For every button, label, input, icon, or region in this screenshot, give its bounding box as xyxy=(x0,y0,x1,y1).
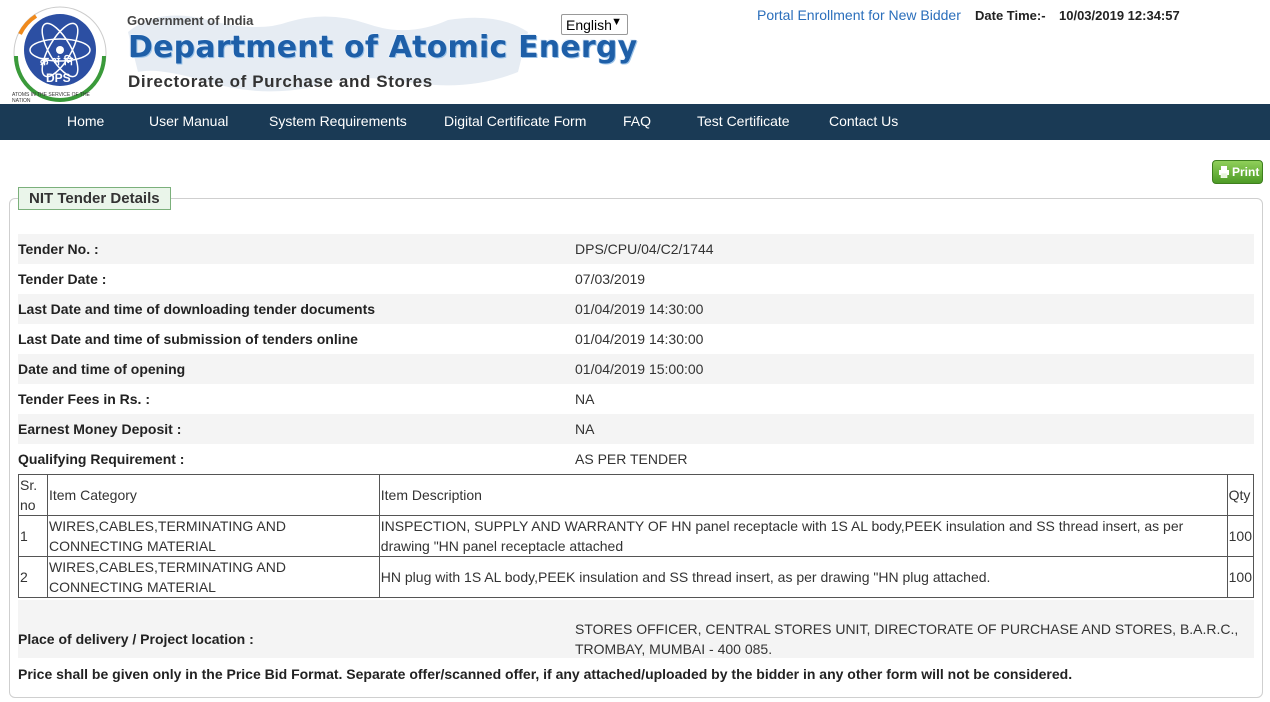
portal-enrollment-link[interactable]: Portal Enrollment for New Bidder xyxy=(757,7,961,23)
detail-value: 01/04/2019 15:00:00 xyxy=(575,361,704,377)
detail-row: Tender Fees in Rs. : NA xyxy=(18,384,1254,414)
nav-faq[interactable]: FAQ xyxy=(623,113,651,129)
logo-motto: ATOMS IN THE SERVICE OF THE NATION xyxy=(12,92,90,104)
detail-label: Date and time of opening xyxy=(18,361,186,377)
detail-value: AS PER TENDER xyxy=(575,451,688,467)
detail-row: Last Date and time of downloading tender… xyxy=(18,294,1254,324)
cell-item-description: INSPECTION, SUPPLY AND WARRANTY OF HN pa… xyxy=(378,515,1228,557)
main-nav: Home User Manual System Requirements Dig… xyxy=(0,104,1270,140)
nav-test-certificate[interactable]: Test Certificate xyxy=(697,113,790,129)
table-header-row: Sr. no Item Category Item Description Qt… xyxy=(18,474,1255,516)
detail-value: 07/03/2019 xyxy=(575,271,646,287)
dps-logo xyxy=(13,6,107,102)
table-row: 2 WIRES,CABLES,TERMINATING AND CONNECTIN… xyxy=(18,556,1255,598)
cell-item-description: HN plug with 1S AL body,PEEK insulation … xyxy=(378,556,1228,598)
directorate-subtitle: Directorate of Purchase and Stores xyxy=(128,72,433,91)
detail-row: Qualifying Requirement : AS PER TENDER xyxy=(18,444,1254,474)
logo-dps-text: DPS xyxy=(46,71,71,85)
nav-user-manual[interactable]: User Manual xyxy=(149,113,228,129)
detail-label: Last Date and time of submission of tend… xyxy=(18,331,358,347)
site-header: क्र भं नि DPS ATOMS IN THE SERVICE OF TH… xyxy=(0,0,1270,104)
detail-label: Earnest Money Deposit : xyxy=(18,421,182,437)
table-row: 1 WIRES,CABLES,TERMINATING AND CONNECTIN… xyxy=(18,515,1255,557)
detail-row: Date and time of opening 01/04/2019 15:0… xyxy=(18,354,1254,384)
detail-row: Tender No. : DPS/CPU/04/C2/1744 xyxy=(18,234,1254,264)
datetime-label: Date Time:- xyxy=(975,8,1046,23)
nav-contact-us[interactable]: Contact Us xyxy=(829,113,898,129)
cell-qty: 100 xyxy=(1226,515,1255,557)
detail-label: Tender No. : xyxy=(18,241,99,257)
language-selected-value: English xyxy=(566,17,612,33)
delivery-value: STORES OFFICER, CENTRAL STORES UNIT, DIR… xyxy=(575,621,1239,657)
detail-value: 01/04/2019 14:30:00 xyxy=(575,331,704,347)
detail-label: Last Date and time of downloading tender… xyxy=(18,301,376,317)
delivery-label: Place of delivery / Project location : xyxy=(18,631,254,647)
column-header: Qty xyxy=(1226,474,1255,516)
section-title: NIT Tender Details xyxy=(18,187,171,210)
items-table: Sr. no Item Category Item Description Qt… xyxy=(18,474,1255,598)
print-label: Print xyxy=(1232,165,1260,179)
detail-value: NA xyxy=(575,391,595,407)
delivery-row: Place of delivery / Project location : S… xyxy=(18,618,1254,658)
detail-label: Tender Date : xyxy=(18,271,107,287)
cell-sr-no: 2 xyxy=(18,556,48,598)
price-bid-note: Price shall be given only in the Price B… xyxy=(18,666,1073,682)
nav-digital-certificate-form[interactable]: Digital Certificate Form xyxy=(444,113,586,129)
datetime-value: 10/03/2019 12:34:57 xyxy=(1059,8,1180,23)
detail-label: Qualifying Requirement : xyxy=(18,451,185,467)
department-title: Department of Atomic Energy xyxy=(128,30,638,65)
government-label: Government of India xyxy=(127,13,254,28)
detail-value: DPS/CPU/04/C2/1744 xyxy=(575,241,714,257)
spacer-row xyxy=(18,600,1254,618)
cell-sr-no: 1 xyxy=(18,515,48,557)
detail-label: Tender Fees in Rs. : xyxy=(18,391,150,407)
cell-item-category: WIRES,CABLES,TERMINATING AND CONNECTING … xyxy=(46,515,380,557)
column-header: Item Description xyxy=(378,474,1228,516)
detail-row: Last Date and time of submission of tend… xyxy=(18,324,1254,354)
language-select[interactable]: English ▼ xyxy=(561,14,628,35)
nav-home[interactable]: Home xyxy=(67,113,104,129)
detail-row: Tender Date : 07/03/2019 xyxy=(18,264,1254,294)
column-header: Item Category xyxy=(46,474,380,516)
nav-system-requirements[interactable]: System Requirements xyxy=(269,113,407,129)
dropdown-arrow-icon: ▼ xyxy=(611,16,622,28)
detail-row: Earnest Money Deposit : NA xyxy=(18,414,1254,444)
cell-item-category: WIRES,CABLES,TERMINATING AND CONNECTING … xyxy=(46,556,380,598)
cell-qty: 100 xyxy=(1226,556,1255,598)
print-button[interactable]: Print xyxy=(1212,160,1263,184)
column-header: Sr. no xyxy=(18,474,48,516)
detail-value: 01/04/2019 14:30:00 xyxy=(575,301,704,317)
logo-hindi-text: क्र भं नि xyxy=(40,55,73,68)
detail-value: NA xyxy=(575,421,595,437)
printer-icon xyxy=(1219,166,1229,178)
